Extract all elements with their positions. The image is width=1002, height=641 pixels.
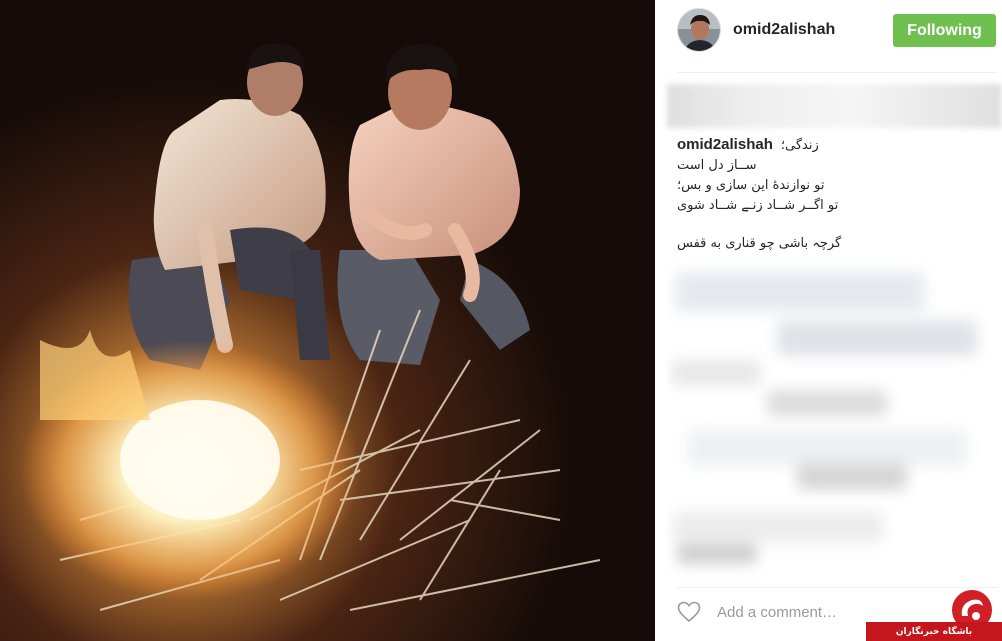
news-agency-name: باشگاه خبرنگاران (866, 622, 1002, 641)
post-header: omid2alishah Following (655, 0, 1002, 72)
caption-line: گرچہ باشی چو قناری به قفس (677, 236, 842, 251)
blurred-region (667, 84, 1002, 128)
post-author-username[interactable]: omid2alishah (733, 21, 835, 39)
campfire-photo (0, 0, 655, 641)
header-divider (677, 72, 997, 73)
caption-body: ســاز دل است تو نوازندۀ این سازی و بس؛ ت… (677, 156, 997, 254)
caption-line: تو اگــر شــاد زنـے شــاد شوی (677, 198, 839, 213)
post-sidebar: omid2alishah Following omid2alishah زندگ… (655, 0, 1002, 641)
post-caption: omid2alishah زندگی؛ ســاز دل است تو نواز… (677, 136, 997, 254)
caption-line: ســاز دل است (677, 158, 757, 173)
caption-first-line: زندگی؛ (780, 138, 819, 153)
post-photo[interactable] (0, 0, 655, 641)
caption-line: تو نوازندۀ این سازی و بس؛ (677, 178, 825, 193)
caption-username[interactable]: omid2alishah (677, 136, 773, 153)
avatar[interactable] (677, 8, 721, 52)
avatar-image (678, 9, 720, 51)
following-button[interactable]: Following (893, 14, 996, 47)
news-agency-logo: باشگاه خبرنگاران (866, 588, 1002, 641)
caption-header: omid2alishah زندگی؛ (677, 136, 997, 156)
heart-icon[interactable] (677, 600, 703, 624)
blurred-comments (667, 262, 999, 582)
